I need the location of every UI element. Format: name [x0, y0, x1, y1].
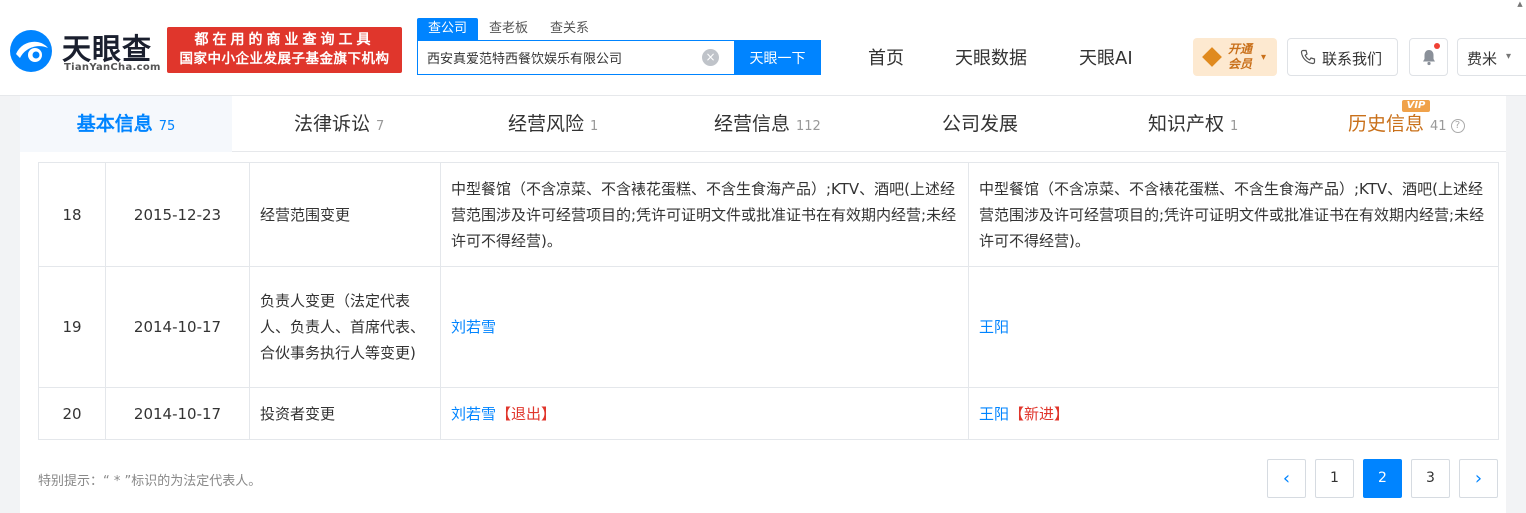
clear-icon[interactable]: ×: [702, 49, 719, 66]
vip-badge: VIP: [1402, 100, 1430, 112]
logo[interactable]: 天眼查 TianYanCha.com: [8, 24, 160, 76]
row-index: 20: [38, 387, 106, 440]
search-tab-boss[interactable]: 查老板: [478, 18, 539, 40]
chevron-down-icon: ▾: [1261, 52, 1267, 63]
row-change-item: 经营范围变更: [249, 162, 441, 267]
person-link[interactable]: 刘若雪: [451, 318, 496, 336]
diamond-icon: [1202, 47, 1222, 67]
row-change-item: 投资者变更: [249, 387, 441, 440]
tab-basic-info[interactable]: 基本信息 75: [20, 96, 232, 152]
row-index: 18: [38, 162, 106, 267]
page-3-button[interactable]: 3: [1411, 459, 1450, 498]
row-before: 中型餐馆（不含凉菜、不含裱花蛋糕、不含生食海产品）;KTV、酒吧(上述经营范围涉…: [440, 162, 969, 267]
row-after: 王阳【新进】: [968, 387, 1499, 440]
notification-button[interactable]: [1409, 38, 1448, 76]
user-name: 费米: [1467, 50, 1498, 68]
nav-tianyan-data[interactable]: 天眼数据: [955, 44, 1027, 70]
contact-us-label: 联系我们: [1322, 50, 1383, 68]
scroll-up-arrow[interactable]: ▲: [1514, 0, 1526, 8]
row-date: 2014-10-17: [105, 266, 250, 388]
search-input[interactable]: [418, 41, 708, 74]
tab-development[interactable]: 公司发展: [942, 96, 1018, 152]
help-icon[interactable]: ?: [1450, 119, 1465, 133]
row-after: 中型餐馆（不含凉菜、不含裱花蛋糕、不含生食海产品）;KTV、酒吧(上述经营范围涉…: [968, 162, 1499, 267]
page-2-button[interactable]: 2: [1363, 459, 1402, 498]
person-link[interactable]: 刘若雪: [451, 405, 496, 423]
exit-tag: 【退出】: [496, 404, 557, 423]
change-records-panel: 18 2015-12-23 经营范围变更 中型餐馆（不含凉菜、不含裱花蛋糕、不含…: [20, 152, 1506, 513]
tab-ip[interactable]: 知识产权 1: [1148, 96, 1238, 152]
logo-icon: [10, 30, 52, 72]
search-box: × 天眼一下: [417, 40, 821, 75]
vip-label: 开通 会员: [1228, 42, 1253, 71]
search-tab-relation[interactable]: 查关系: [539, 18, 600, 40]
slogan-banner: 都在用的商业查询工具 国家中小企业发展子基金旗下机构: [167, 27, 402, 73]
tab-operation[interactable]: 经营信息 112: [714, 96, 821, 152]
slogan-line1: 都在用的商业查询工具: [194, 32, 375, 48]
phone-icon: [1300, 49, 1316, 65]
bell-icon: [1423, 50, 1435, 66]
table-row: 19 2014-10-17 负责人变更（法定代表人、负责人、首席代表、合伙事务执…: [38, 266, 1499, 388]
nav-tianyan-ai[interactable]: 天眼AI: [1079, 44, 1133, 70]
row-date: 2015-12-23: [105, 162, 250, 267]
row-after: 王阳: [968, 266, 1499, 388]
person-link[interactable]: 王阳: [979, 405, 1009, 423]
row-before: 刘若雪: [440, 266, 969, 388]
company-tabs: 基本信息 75 法律诉讼 7 经营风险 1 经营信息 112 公司发展 知识产权 1 历史…: [20, 96, 1506, 152]
logo-subtitle: TianYanCha.com: [64, 62, 161, 73]
row-index: 19: [38, 266, 106, 388]
search-button[interactable]: 天眼一下: [734, 40, 821, 75]
change-records-table: 18 2015-12-23 经营范围变更 中型餐馆（不含凉菜、不含裱花蛋糕、不含…: [38, 162, 1499, 440]
tab-risk[interactable]: 经营风险 1: [508, 96, 598, 152]
search-type-tabs: 查公司 查老板 查关系: [417, 18, 600, 40]
notification-dot: [1434, 43, 1440, 49]
open-vip-button[interactable]: 开通 会员 ▾: [1193, 38, 1277, 76]
row-change-item: 负责人变更（法定代表人、负责人、首席代表、合伙事务执行人等变更): [249, 266, 441, 388]
person-link[interactable]: 王阳: [979, 318, 1009, 336]
top-header: 天眼查 TianYanCha.com 都在用的商业查询工具 国家中小企业发展子基…: [0, 0, 1526, 96]
next-page-button[interactable]: ›: [1459, 459, 1498, 498]
slogan-line2: 国家中小企业发展子基金旗下机构: [179, 51, 390, 67]
tab-legal[interactable]: 法律诉讼 7: [294, 96, 384, 152]
table-row: 18 2015-12-23 经营范围变更 中型餐馆（不含凉菜、不含裱花蛋糕、不含…: [38, 162, 1499, 267]
chevron-down-icon: ▾: [1506, 51, 1512, 62]
page-1-button[interactable]: 1: [1315, 459, 1354, 498]
footnote: 特别提示：“ * ”标识的为法定代表人。: [38, 474, 262, 489]
contact-us-button[interactable]: 联系我们: [1287, 38, 1398, 76]
user-menu[interactable]: 费米 ▾: [1457, 38, 1526, 76]
prev-page-button[interactable]: ‹: [1267, 459, 1306, 498]
row-before: 刘若雪【退出】: [440, 387, 969, 440]
table-row: 20 2014-10-17 投资者变更 刘若雪【退出】 王阳【新进】: [38, 387, 1499, 440]
nav-home[interactable]: 首页: [868, 44, 904, 70]
row-date: 2014-10-17: [105, 387, 250, 440]
search-tab-company[interactable]: 查公司: [417, 18, 479, 40]
new-tag: 【新进】: [1009, 404, 1070, 423]
